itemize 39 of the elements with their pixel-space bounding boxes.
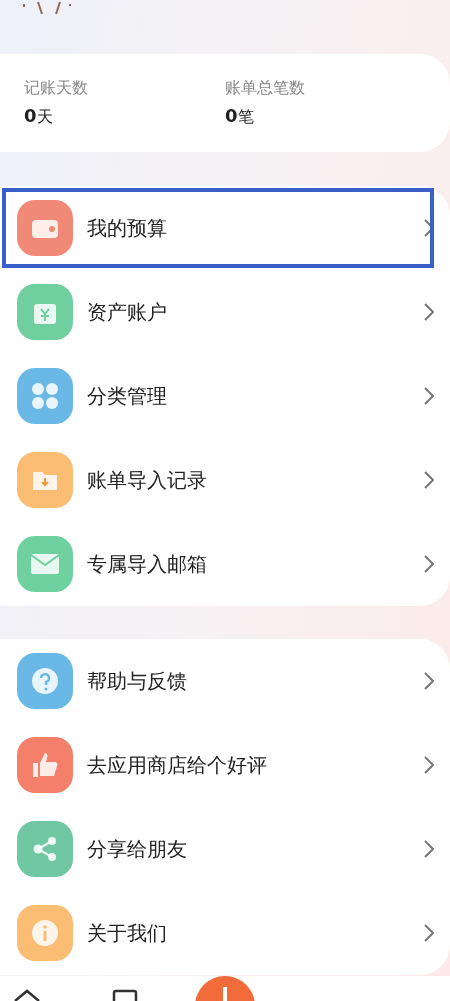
mail-icon [30,553,60,575]
stat-label: 账单总笔数 [225,78,306,99]
menu-label: 我的预算 [87,214,168,242]
chevron-right-icon [424,672,434,690]
menu-label: 账单导入记录 [87,466,208,494]
home-icon[interactable] [14,989,40,1001]
stat-value: 0天 [24,105,54,128]
menu-label: 帮助与反馈 [87,667,188,695]
document-icon[interactable] [112,989,138,1001]
menu-item[interactable]: 去应用商店给个好评 [0,723,450,807]
chevron-right-icon [424,924,434,942]
grid-icon [31,382,59,410]
chevron-right-icon [424,840,434,858]
menu-item[interactable]: 我的预算 [0,186,436,270]
menu-item[interactable]: 分类管理 [0,354,450,438]
menu-label: 去应用商店给个好评 [87,751,268,779]
add-button-icon[interactable] [194,975,256,1001]
thumbs-up-icon [31,751,59,779]
question-icon [30,666,60,696]
chevron-right-icon [424,471,434,489]
menu-item[interactable]: 专属导入邮箱 [0,522,450,606]
chevron-right-icon [424,555,434,573]
chevron-right-icon [424,756,434,774]
menu-label: 专属导入邮箱 [87,550,208,578]
menu-label: 资产账户 [87,298,168,326]
menu-label: 分类管理 [87,382,168,410]
menu-item[interactable]: 分享给朋友 [0,807,450,891]
chevron-right-icon [424,387,434,405]
menu-item[interactable]: 帮助与反馈 [0,639,450,723]
menu-label: 关于我们 [87,919,168,947]
menu-label: 分享给朋友 [87,835,188,863]
info-icon [30,918,60,948]
stat-value: 0笔 [225,105,255,128]
menu-item[interactable]: 资产账户 [0,270,450,354]
chevron-right-icon [424,303,434,321]
menu-item[interactable]: 账单导入记录 [0,438,450,522]
stat-label: 记账天数 [24,78,89,99]
menu-item[interactable]: 关于我们 [0,891,450,975]
share-icon [31,835,59,863]
